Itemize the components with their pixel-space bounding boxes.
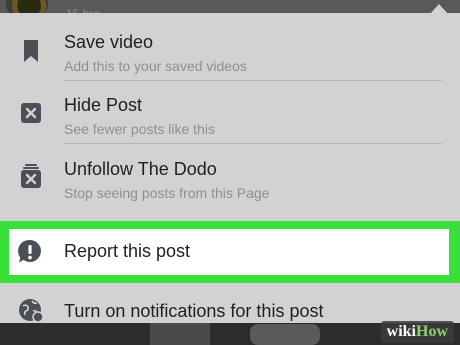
menu-divider: [64, 143, 442, 144]
globe-notification-icon: [18, 297, 44, 323]
report-exclamation-icon: [17, 239, 43, 265]
menu-item-title: Hide Post: [64, 95, 143, 115]
menu-item-report-post[interactable]: Report this post: [9, 229, 449, 275]
menu-item-title: Turn on notifications for this post: [64, 301, 324, 321]
hide-x-icon: [18, 100, 44, 126]
menu-item-title: Report this post: [64, 241, 191, 261]
wikihow-watermark: wiki How: [380, 321, 454, 343]
menu-divider: [64, 80, 442, 81]
unfollow-icon: [18, 163, 44, 189]
watermark-text: wiki: [386, 323, 416, 340]
report-highlight-box: Report this post: [0, 221, 460, 283]
post-options-menu: Save video Add this to your saved videos…: [0, 13, 460, 323]
menu-item-subtitle: See fewer posts like this: [64, 121, 215, 137]
bookmark-icon: [18, 38, 44, 64]
menu-item-save-video[interactable]: Save video Add this to your saved videos: [0, 28, 460, 86]
menu-item-title: Unfollow The Dodo: [64, 159, 217, 179]
menu-item-title: Save video: [64, 32, 154, 52]
menu-item-unfollow[interactable]: Unfollow The Dodo Stop seeing posts from…: [0, 155, 460, 213]
watermark-text: How: [416, 323, 448, 340]
menu-item-subtitle: Add this to your saved videos: [64, 58, 247, 74]
menu-item-subtitle: Stop seeing posts from this Page: [64, 185, 270, 201]
menu-item-hide-post[interactable]: Hide Post See fewer posts like this: [0, 91, 460, 149]
